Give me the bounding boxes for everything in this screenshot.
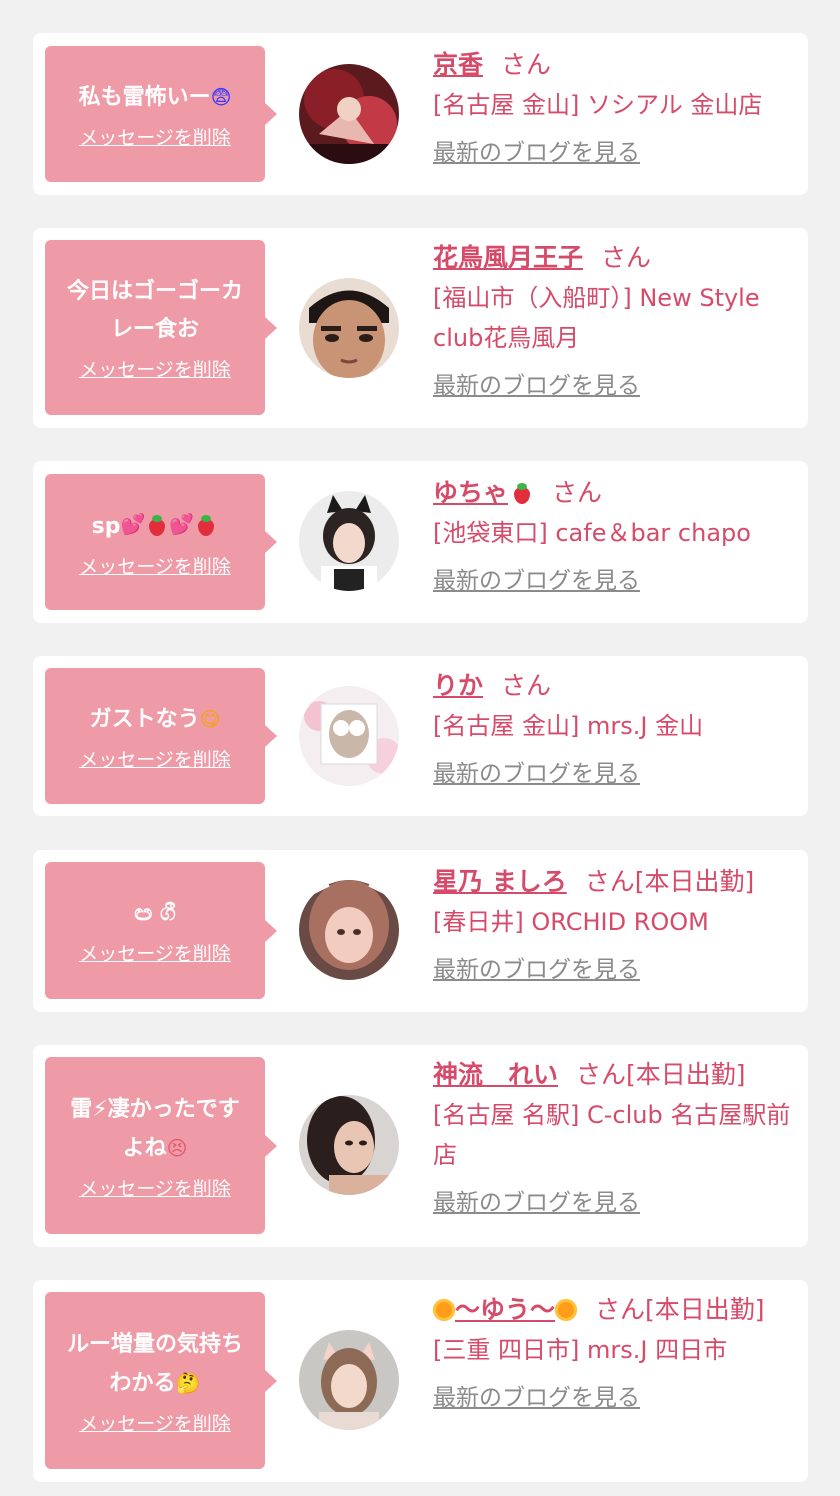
girl-name-link[interactable]: 神流 れい — [433, 1060, 558, 1089]
honorific: さん[本日出勤] — [595, 1295, 765, 1324]
delete-message-link[interactable]: メッセージを削除 — [79, 355, 231, 382]
emoji-icon: 😣 — [166, 1135, 188, 1160]
girl-info: 〜ゆう〜 さん[本日出勤] [三重 四日市] mrs.J 四日市 最新のブログを見… — [433, 1290, 793, 1416]
honorific: さん[本日出勤] — [576, 1060, 746, 1089]
avatar[interactable] — [299, 64, 399, 164]
hearts-icon: 💕 — [169, 512, 195, 536]
message-text: ඏ ගී — [134, 901, 176, 926]
girl-name-link[interactable]: 京香 — [433, 50, 483, 79]
flower-icon — [433, 1299, 455, 1321]
shop-name: [池袋東口] cafe＆bar chapo — [433, 519, 751, 547]
honorific: さん — [601, 243, 652, 272]
message-text: 雷⚡凄かったですよね😣 — [53, 1091, 257, 1168]
delete-message-link[interactable]: メッセージを削除 — [79, 939, 231, 966]
list-item: 今日はゴーゴーカレー食お メッセージを削除 花鳥風月王子 さん [福山市（入船町）… — [33, 228, 808, 428]
emoji-icon: 😋 — [199, 707, 221, 731]
message-text: sp💕 💕 — [53, 505, 257, 546]
girl-name-link[interactable]: 星乃 ましろ — [433, 867, 567, 896]
latest-blog-link[interactable]: 最新のブログを見る — [433, 1380, 640, 1416]
emoji-icon: 😨 — [210, 85, 232, 109]
girl-info: 花鳥風月王子 さん [福山市（入船町）] New Style club花鳥風月 最… — [433, 238, 793, 404]
avatar[interactable] — [299, 278, 399, 378]
girl-name-link[interactable]: 花鳥風月王子 — [433, 243, 583, 272]
honorific: さん[本日出勤] — [584, 867, 755, 896]
message-text: 今日はゴーゴーカレー食お — [66, 279, 243, 342]
latest-blog-link[interactable]: 最新のブログを見る — [433, 368, 640, 404]
honorific: さん — [552, 478, 603, 507]
shop-name: [名古屋 金山] ソシアル 金山店 — [433, 91, 763, 119]
honorific: さん — [501, 50, 552, 79]
latest-blog-link[interactable]: 最新のブログを見る — [433, 1185, 640, 1221]
shop-name: [名古屋 名駅] C-club 名古屋駅前店 — [433, 1101, 791, 1169]
girl-info: 星乃 ましろ さん[本日出勤] [春日井] ORCHID ROOM 最新のブログを… — [433, 862, 793, 988]
latest-blog-link[interactable]: 最新のブログを見る — [433, 135, 640, 171]
latest-blog-link[interactable]: 最新のブログを見る — [433, 756, 640, 792]
message-text: ガストなう😋 — [53, 700, 257, 739]
flower-icon — [555, 1299, 578, 1321]
message-bubble: 私も雷怖いー😨 メッセージを削除 — [45, 46, 277, 182]
list-item: sp💕 💕 メッセージを削除 ゆちゃ さん [池袋東口] cafe＆bar chap… — [33, 461, 808, 623]
girl-info: りか さん [名古屋 金山] mrs.J 金山 最新のブログを見る — [433, 666, 793, 792]
list-item: ガストなう😋 メッセージを削除 りか さん [名古屋 金山] mrs.J 金山 最… — [33, 656, 808, 816]
honorific: さん — [501, 671, 552, 700]
avatar[interactable] — [299, 686, 399, 786]
strawberry-icon — [512, 482, 532, 504]
message-bubble: sp💕 💕 メッセージを削除 — [45, 474, 277, 610]
girl-name-link[interactable]: りか — [433, 671, 483, 700]
avatar[interactable] — [299, 880, 399, 980]
delete-message-link[interactable]: メッセージを削除 — [79, 1174, 231, 1201]
delete-message-link[interactable]: メッセージを削除 — [79, 745, 231, 772]
shop-name: [三重 四日市] mrs.J 四日市 — [433, 1336, 728, 1364]
delete-message-link[interactable]: メッセージを削除 — [79, 1409, 231, 1436]
message-bubble: ඏ ගී メッセージを削除 — [45, 862, 277, 999]
message-bubble: ルー増量の気持ちわかる🤔 メッセージを削除 — [45, 1292, 277, 1469]
shop-name: [春日井] ORCHID ROOM — [433, 908, 709, 936]
girl-info: 神流 れい さん[本日出勤] [名古屋 名駅] C-club 名古屋駅前店 最新の… — [433, 1055, 793, 1221]
avatar[interactable] — [299, 1330, 399, 1430]
delete-message-link[interactable]: メッセージを削除 — [79, 123, 231, 150]
list-item: 私も雷怖いー😨 メッセージを削除 京香 さん [名古屋 金山] ソシアル 金山店 … — [33, 33, 808, 195]
list-item: 雷⚡凄かったですよね😣 メッセージを削除 神流 れい さん[本日出勤] [名古屋 … — [33, 1045, 808, 1247]
strawberry-icon — [147, 514, 167, 536]
message-bubble: 雷⚡凄かったですよね😣 メッセージを削除 — [45, 1057, 277, 1234]
girl-name-link[interactable]: 〜ゆう〜 — [433, 1295, 578, 1324]
shop-name: [福山市（入船町）] New Style club花鳥風月 — [433, 284, 760, 352]
list-item: ルー増量の気持ちわかる🤔 メッセージを削除 〜ゆう〜 さん[本日出勤] [三重 四… — [33, 1280, 808, 1482]
thinking-face-icon: 🤔 — [175, 1370, 201, 1395]
latest-blog-link[interactable]: 最新のブログを見る — [433, 563, 640, 599]
latest-blog-link[interactable]: 最新のブログを見る — [433, 952, 640, 988]
delete-message-link[interactable]: メッセージを削除 — [79, 552, 231, 579]
message-bubble: ガストなう😋 メッセージを削除 — [45, 668, 277, 804]
message-text: 私も雷怖いー😨 — [53, 78, 257, 117]
girl-info: ゆちゃ さん [池袋東口] cafe＆bar chapo 最新のブログを見る — [433, 473, 793, 599]
message-bubble: 今日はゴーゴーカレー食お メッセージを削除 — [45, 240, 277, 415]
avatar[interactable] — [299, 1095, 399, 1195]
message-text: ルー増量の気持ちわかる🤔 — [53, 1326, 257, 1403]
girl-name-link[interactable]: ゆちゃ — [433, 478, 534, 507]
shop-name: [名古屋 金山] mrs.J 金山 — [433, 712, 704, 740]
hearts-icon: 💕 — [120, 512, 146, 536]
strawberry-icon — [196, 514, 216, 536]
avatar[interactable] — [299, 491, 399, 591]
girl-info: 京香 さん [名古屋 金山] ソシアル 金山店 最新のブログを見る — [433, 45, 793, 171]
list-item: ඏ ගී メッセージを削除 星乃 ましろ さん[本日出勤] [春日井] ORCHI… — [33, 850, 808, 1012]
